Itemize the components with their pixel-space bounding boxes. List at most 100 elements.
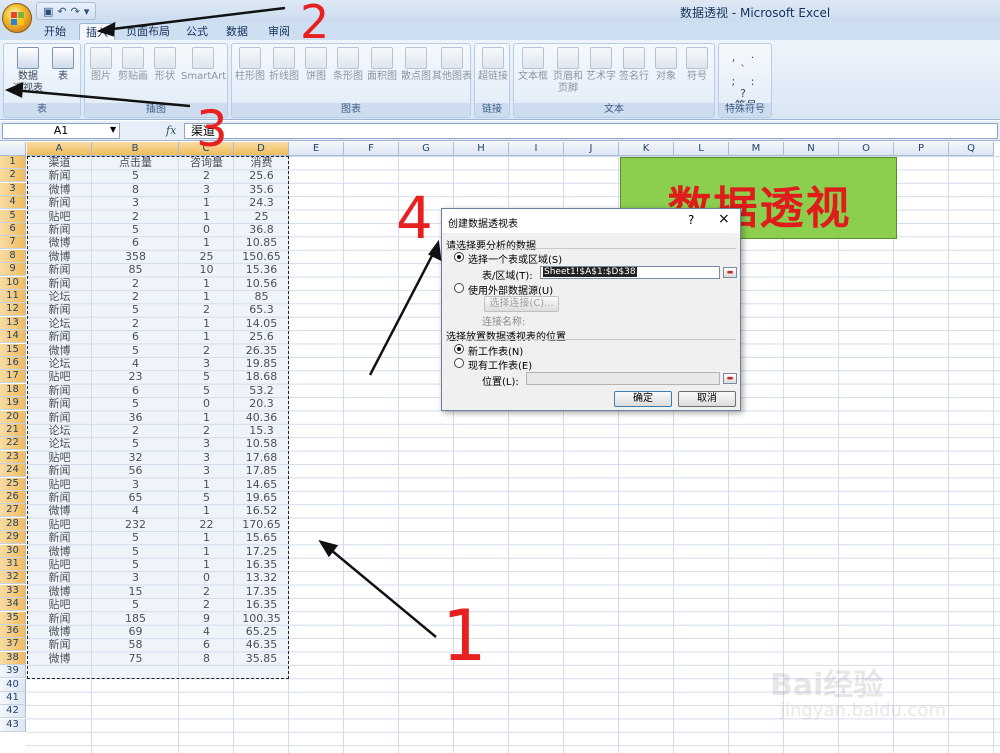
quick-access-toolbar[interactable]: ▣ ↶ ↷ ▾ — [36, 2, 97, 20]
table-cell[interactable]: 8 — [179, 652, 234, 665]
table-cell[interactable]: 微博 — [27, 344, 92, 357]
radio-select-range[interactable] — [454, 252, 464, 262]
row-header[interactable]: 30 — [0, 544, 26, 558]
table-cell[interactable]: 新闻 — [27, 531, 92, 544]
table-cell[interactable]: 150.65 — [234, 250, 289, 263]
table-cell[interactable]: 1 — [179, 558, 234, 571]
table-cell[interactable]: 贴吧 — [27, 518, 92, 531]
table-cell[interactable]: 25 — [234, 210, 289, 223]
row-header[interactable]: 43 — [0, 718, 26, 732]
table-cell[interactable]: 1 — [179, 290, 234, 303]
row-header[interactable]: 5 — [0, 209, 26, 223]
row-header[interactable]: 15 — [0, 343, 26, 357]
row-header[interactable]: 38 — [0, 651, 26, 665]
row-header[interactable]: 19 — [0, 397, 26, 411]
table-cell[interactable]: 36 — [92, 411, 179, 424]
table-cell[interactable]: 10 — [179, 263, 234, 276]
table-cell[interactable]: 5 — [92, 344, 179, 357]
undo-icon[interactable]: ↶ — [57, 5, 66, 18]
table-cell[interactable]: 13.32 — [234, 571, 289, 584]
table-cell[interactable]: 论坛 — [27, 424, 92, 437]
radio-new-sheet[interactable] — [454, 344, 464, 354]
tab-data[interactable]: 数据 — [220, 23, 254, 40]
table-cell[interactable]: 微博 — [27, 250, 92, 263]
row-header[interactable]: 32 — [0, 571, 26, 585]
table-cell[interactable]: 微博 — [27, 652, 92, 665]
table-cell[interactable]: 8 — [92, 183, 179, 196]
table-cell[interactable]: 5 — [92, 169, 179, 182]
table-cell[interactable]: 贴吧 — [27, 478, 92, 491]
column-chart-button[interactable]: 柱形图 — [234, 47, 266, 83]
table-cell[interactable]: 1 — [179, 504, 234, 517]
table-cell[interactable]: 新闻 — [27, 612, 92, 625]
pivot-table-button[interactable]: 数据 透视表 — [10, 47, 46, 95]
location-picker-icon[interactable]: ▬ — [723, 373, 737, 384]
table-cell[interactable]: 2 — [92, 290, 179, 303]
row-header[interactable]: 17 — [0, 370, 26, 384]
table-header-cell[interactable]: 咨询量 — [179, 156, 234, 169]
table-cell[interactable]: 5 — [179, 384, 234, 397]
table-cell[interactable]: 15 — [92, 585, 179, 598]
header-footer-button[interactable]: 页眉和 页脚 — [552, 47, 584, 95]
row-header[interactable]: 23 — [0, 450, 26, 464]
column-header-l[interactable]: L — [674, 142, 729, 156]
table-cell[interactable]: 1 — [179, 531, 234, 544]
line-chart-button[interactable]: 折线图 — [268, 47, 300, 83]
row-header[interactable]: 3 — [0, 182, 26, 196]
table-cell[interactable]: 论坛 — [27, 357, 92, 370]
row-header[interactable]: 25 — [0, 477, 26, 491]
table-cell[interactable]: 14.05 — [234, 317, 289, 330]
table-cell[interactable]: 4 — [179, 625, 234, 638]
table-cell[interactable]: 新闻 — [27, 384, 92, 397]
table-cell[interactable]: 17.35 — [234, 585, 289, 598]
name-box-dropdown-icon[interactable]: ▼ — [110, 125, 116, 134]
formula-input[interactable]: 渠道 — [184, 123, 998, 139]
table-cell[interactable]: 14.65 — [234, 478, 289, 491]
table-cell[interactable]: 3 — [92, 196, 179, 209]
table-cell[interactable]: 35.85 — [234, 652, 289, 665]
table-cell[interactable]: 36.8 — [234, 223, 289, 236]
table-cell[interactable]: 16.52 — [234, 504, 289, 517]
tab-home[interactable]: 开始 — [38, 23, 72, 40]
symbol-button[interactable]: 符号 — [682, 47, 712, 83]
save-icon[interactable]: ▣ — [43, 5, 53, 18]
table-cell[interactable]: 32 — [92, 451, 179, 464]
row-header[interactable]: 14 — [0, 330, 26, 344]
table-cell[interactable]: 3 — [179, 437, 234, 450]
row-header[interactable]: 26 — [0, 491, 26, 504]
table-cell[interactable]: 贴吧 — [27, 210, 92, 223]
table-cell[interactable]: 17.25 — [234, 545, 289, 558]
row-header[interactable]: 20 — [0, 410, 26, 424]
row-header[interactable]: 13 — [0, 316, 26, 330]
redo-icon[interactable]: ↷ — [71, 5, 80, 18]
table-cell[interactable]: 5 — [92, 397, 179, 410]
clipart-button[interactable]: 剪贴画 — [117, 47, 149, 83]
row-header[interactable]: 41 — [0, 692, 26, 705]
table-cell[interactable]: 3 — [179, 451, 234, 464]
table-cell[interactable]: 25 — [179, 250, 234, 263]
row-header[interactable]: 37 — [0, 638, 26, 652]
row-header[interactable]: 24 — [0, 464, 26, 478]
table-cell[interactable]: 1 — [179, 545, 234, 558]
range-input[interactable]: Sheet1!$A$1:$D$38 — [540, 266, 720, 279]
table-cell[interactable]: 65.25 — [234, 625, 289, 638]
table-cell[interactable]: 5 — [92, 437, 179, 450]
table-cell[interactable]: 185 — [92, 612, 179, 625]
row-header[interactable]: 36 — [0, 625, 26, 638]
table-cell[interactable]: 10.58 — [234, 437, 289, 450]
table-cell[interactable]: 1 — [179, 317, 234, 330]
office-button[interactable] — [2, 3, 32, 33]
table-cell[interactable]: 75 — [92, 652, 179, 665]
table-cell[interactable]: 69 — [92, 625, 179, 638]
row-header[interactable]: 27 — [0, 504, 26, 518]
table-cell[interactable]: 新闻 — [27, 571, 92, 584]
table-cell[interactable]: 新闻 — [27, 169, 92, 182]
table-cell[interactable]: 15.65 — [234, 531, 289, 544]
table-cell[interactable]: 1 — [179, 277, 234, 290]
row-header[interactable]: 21 — [0, 424, 26, 437]
table-cell[interactable]: 新闻 — [27, 223, 92, 236]
row-header[interactable]: 39 — [0, 665, 26, 679]
table-cell[interactable]: 9 — [179, 612, 234, 625]
wordart-button[interactable]: 艺术字 — [586, 47, 616, 83]
table-cell[interactable]: 3 — [179, 357, 234, 370]
